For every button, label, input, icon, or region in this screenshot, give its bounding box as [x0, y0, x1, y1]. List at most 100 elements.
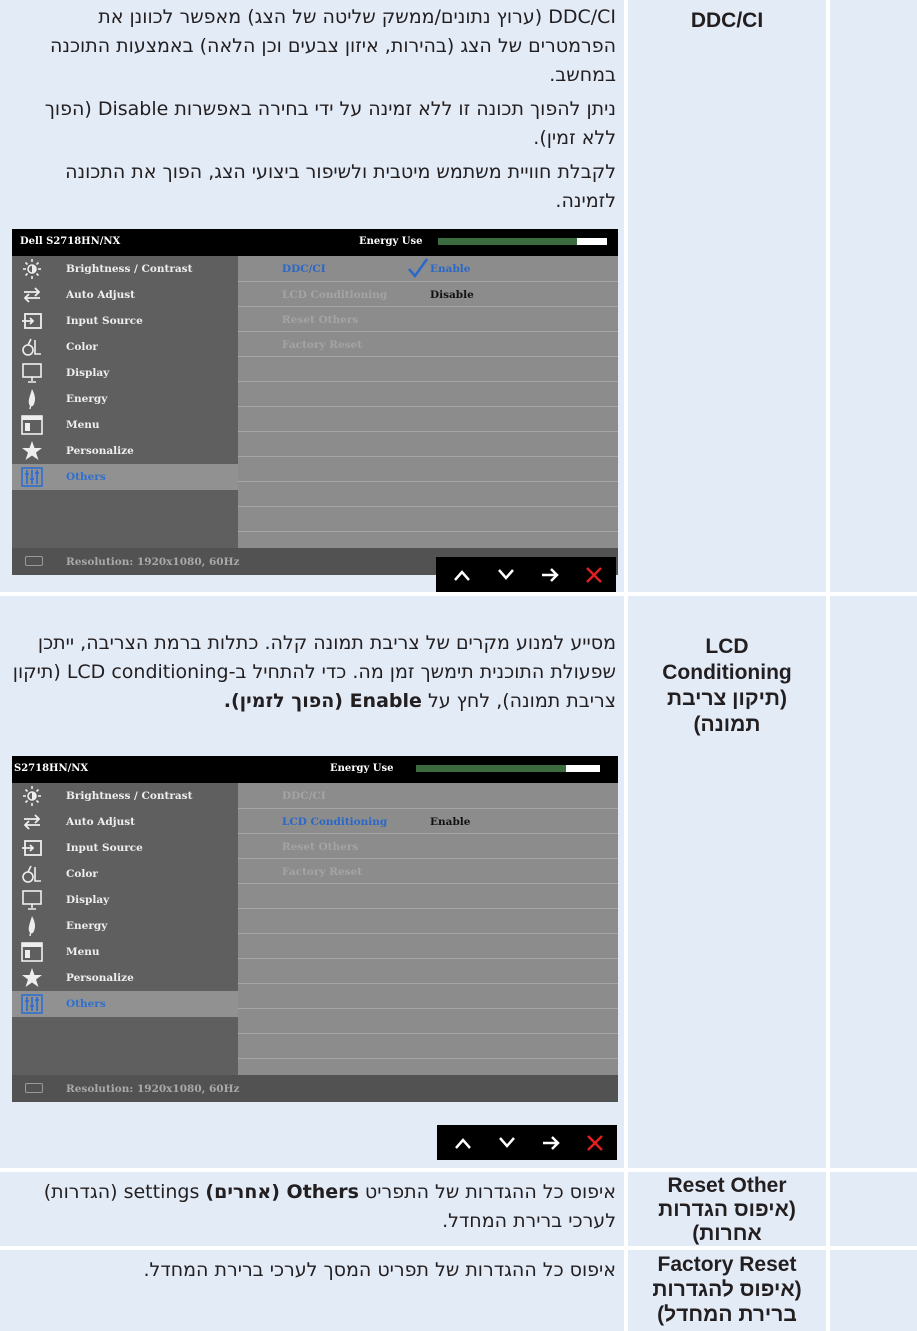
hdmi-icon: [25, 556, 43, 566]
menu-item-auto-adjust[interactable]: Auto Adjust: [12, 809, 238, 835]
osd-submenu: DDC/CI Enable LCD Conditioning Disable R…: [238, 256, 618, 548]
color-icon: [22, 865, 41, 883]
paragraph-text: איפוס כל ההגדרות של התפריט: [364, 1181, 616, 1203]
menu-item-input-source[interactable]: Input Source: [12, 308, 238, 334]
brightness-icon: [23, 259, 41, 279]
menu-item-brightness-contrast[interactable]: Brightness / Contrast: [12, 256, 238, 282]
input-source-icon: [22, 840, 42, 856]
submenu-row-lcd-conditioning[interactable]: LCD Conditioning Enable: [238, 808, 618, 833]
submenu-row-lcd-conditioning[interactable]: LCD Conditioning Disable: [238, 281, 618, 306]
osd-nav-buttons: [437, 1125, 617, 1160]
resolution-text: Resolution: 1920x1080, 60Hz: [66, 1083, 240, 1095]
auto-adjust-icon: [23, 814, 41, 830]
submenu-label: LCD Conditioning: [282, 816, 388, 828]
submenu-row-ddcci[interactable]: DDC/CI Enable: [238, 256, 618, 281]
row-description: איפוס כל ההגדרות של תפריט המסך לערכי ברי…: [0, 1250, 624, 1331]
paragraph-bold: Others (אחרים): [205, 1181, 359, 1203]
submenu-row-empty: [238, 456, 618, 481]
menu-item-personalize[interactable]: Personalize: [12, 965, 238, 991]
menu-item-brightness-contrast[interactable]: Brightness / Contrast: [12, 783, 238, 809]
osd-title-bar: S2718HN/NX Energy Use: [12, 756, 618, 783]
row-header-text: LCD Conditioning (תיקון צריבת תמונה): [662, 635, 792, 736]
row-header-factory-reset: Factory Reset (איפוס להגדרות ברירת המחדל…: [628, 1250, 826, 1331]
down-icon[interactable]: [491, 1125, 523, 1160]
menu-item-color[interactable]: Color: [12, 861, 238, 887]
menu-item-label: Brightness / Contrast: [66, 790, 193, 802]
submenu-row-empty: [238, 983, 618, 1008]
display-icon: [22, 890, 42, 910]
submenu-row-factory-reset[interactable]: Factory Reset: [238, 858, 618, 883]
submenu-row-factory-reset[interactable]: Factory Reset: [238, 331, 618, 356]
menu-item-label: Menu: [66, 419, 100, 431]
submenu-row-reset-others[interactable]: Reset Others: [238, 306, 618, 331]
others-icon: [21, 467, 43, 487]
menu-item-input-source[interactable]: Input Source: [12, 835, 238, 861]
paragraph: DDC/CI (ערוץ נתונים/ממשק שליטה של הצג) מ…: [49, 6, 616, 86]
menu-item-menu[interactable]: Menu: [12, 939, 238, 965]
submenu-row-empty: [238, 933, 618, 958]
menu-item-label: Auto Adjust: [66, 816, 135, 828]
submenu-row-empty: [238, 506, 618, 531]
submenu-label: DDC/CI: [282, 790, 326, 802]
submenu-row-empty: [238, 958, 618, 983]
down-icon[interactable]: [490, 557, 522, 592]
menu-item-label: Input Source: [66, 842, 143, 854]
input-source-icon: [22, 313, 42, 329]
submenu-row-empty: [238, 1058, 618, 1075]
menu-item-auto-adjust[interactable]: Auto Adjust: [12, 282, 238, 308]
row-header-text: Factory Reset (איפוס להגדרות ברירת המחדל…: [652, 1253, 802, 1326]
submenu-row-reset-others[interactable]: Reset Others: [238, 833, 618, 858]
osd-nav-buttons: [436, 557, 616, 592]
close-icon[interactable]: [579, 1125, 611, 1160]
close-icon[interactable]: [578, 557, 610, 592]
submenu-row-ddcci[interactable]: DDC/CI: [238, 783, 618, 808]
menu-item-label: Energy: [66, 393, 108, 405]
up-icon[interactable]: [447, 1125, 479, 1160]
paragraph: מסייע למנוע מקרים של צריבת תמונה קלה. כת…: [10, 629, 616, 716]
checkmark-icon: [408, 258, 429, 279]
row-header-lcd-conditioning: LCD Conditioning (תיקון צריבת תמונה): [628, 596, 826, 1168]
menu-icon: [21, 942, 43, 962]
row-description: איפוס כל ההגדרות של התפריט Others (אחרים…: [0, 1172, 624, 1246]
row-header-text: Reset Other (איפוס הגדרות אחרות): [658, 1174, 796, 1245]
submenu-row-empty: [238, 406, 618, 431]
submenu-value: Disable: [430, 289, 474, 301]
up-icon[interactable]: [446, 557, 478, 592]
menu-item-label: Display: [66, 367, 110, 379]
right-arrow-icon[interactable]: [534, 557, 566, 592]
row-header-ddcci: DDC/CI: [628, 0, 826, 592]
menu-item-label: Input Source: [66, 315, 143, 327]
energy-use-bar: [416, 765, 600, 772]
menu-item-energy[interactable]: Energy: [12, 913, 238, 939]
row-header-reset-other: Reset Other (איפוס הגדרות אחרות): [628, 1172, 826, 1246]
submenu-label: Reset Others: [282, 314, 359, 326]
others-icon: [21, 994, 43, 1014]
energy-icon: [28, 916, 36, 936]
menu-item-display[interactable]: Display: [12, 887, 238, 913]
submenu-row-empty: [238, 1008, 618, 1033]
menu-item-label: Personalize: [66, 972, 134, 984]
menu-item-personalize[interactable]: Personalize: [12, 438, 238, 464]
submenu-row-empty: [238, 1033, 618, 1058]
osd-menu: S2718HN/NX Energy Use Brightness / Contr…: [12, 756, 618, 1102]
menu-item-color[interactable]: Color: [12, 334, 238, 360]
color-icon: [22, 338, 41, 356]
submenu-value: Enable: [430, 263, 471, 275]
menu-item-label: Brightness / Contrast: [66, 263, 193, 275]
osd-menu: Dell S2718HN/NX Energy Use Brightness / …: [12, 229, 618, 575]
star-icon: [22, 441, 42, 460]
submenu-label: LCD Conditioning: [282, 289, 388, 301]
menu-item-menu[interactable]: Menu: [12, 412, 238, 438]
right-arrow-icon[interactable]: [535, 1125, 567, 1160]
paragraph: איפוס כל ההגדרות של התפריט Others (אחרים…: [10, 1178, 616, 1236]
energy-use-bar-remainder: [577, 238, 607, 245]
submenu-row-empty: [238, 356, 618, 381]
menu-item-display[interactable]: Display: [12, 360, 238, 386]
menu-item-others[interactable]: Others: [12, 991, 238, 1017]
menu-item-label: Menu: [66, 946, 100, 958]
menu-item-energy[interactable]: Energy: [12, 386, 238, 412]
brightness-icon: [23, 786, 41, 806]
submenu-row-empty: [238, 481, 618, 506]
row-header-text: DDC/CI: [690, 9, 764, 32]
menu-item-others[interactable]: Others: [12, 464, 238, 490]
